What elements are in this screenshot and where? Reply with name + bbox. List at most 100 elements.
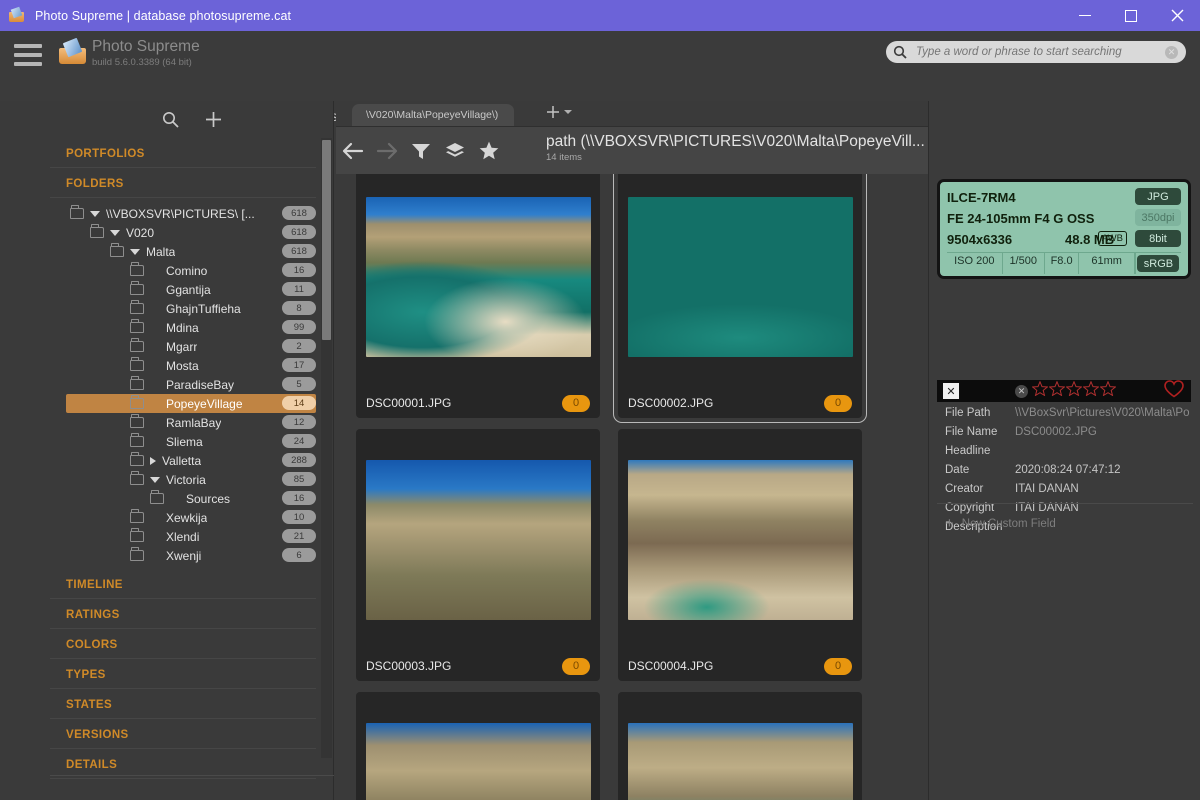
- close-button[interactable]: [1154, 0, 1200, 31]
- tree-toggle-icon[interactable]: [150, 477, 160, 483]
- metadata-field-value[interactable]: DSC00002.JPG: [1015, 426, 1097, 438]
- folder-tree-item[interactable]: ParadiseBay5: [66, 375, 316, 394]
- new-custom-field-button[interactable]: + New Custom Field: [937, 503, 1193, 531]
- sidebar-section-portfolios[interactable]: PORTFOLIOS: [50, 138, 316, 168]
- rating-star-3[interactable]: [1066, 381, 1082, 401]
- thumbnail-badge[interactable]: 0: [824, 395, 852, 412]
- star-icon[interactable]: [472, 127, 506, 175]
- left-sidebar: PORTFOLIOS FOLDERS \\VBOXSVR\PICTURES\ […: [50, 101, 334, 800]
- folder-item-count: 618: [282, 225, 316, 239]
- thumbnail-badge[interactable]: 0: [824, 658, 852, 675]
- search-input[interactable]: [916, 46, 1165, 58]
- folder-tree-item[interactable]: Mosta17: [66, 356, 316, 375]
- folder-item-count: 8: [282, 301, 316, 315]
- minimize-button[interactable]: [1062, 0, 1108, 31]
- clear-color-icon[interactable]: ✕: [1015, 385, 1028, 398]
- folder-tree-item[interactable]: V020618: [66, 223, 316, 242]
- thumbnail-cell[interactable]: DSC00002.JPG0: [618, 174, 862, 418]
- thumbnail-badge[interactable]: 0: [562, 395, 590, 412]
- thumbnail-badge[interactable]: 0: [562, 658, 590, 675]
- folder-label: Sources: [186, 492, 230, 506]
- metadata-field-value[interactable]: \\VBoxSvr\Pictures\V020\Malta\Po: [1015, 407, 1190, 419]
- maximize-button[interactable]: [1108, 0, 1154, 31]
- folder-label: Mgarr: [166, 340, 197, 354]
- folder-tree-item[interactable]: Sliema24: [66, 432, 316, 451]
- heart-icon[interactable]: [1164, 380, 1184, 403]
- folder-item-count: 85: [282, 472, 316, 486]
- folder-tree-item[interactable]: Victoria85: [66, 470, 316, 489]
- metadata-field-value[interactable]: ITAI DANAN: [1015, 483, 1079, 495]
- rating-star-5[interactable]: [1100, 381, 1116, 401]
- sidebar-add-icon[interactable]: [205, 111, 222, 128]
- search-box[interactable]: ✕: [886, 41, 1186, 63]
- sidebar-section-folders[interactable]: FOLDERS: [50, 168, 316, 198]
- rating-star-1[interactable]: [1032, 381, 1048, 401]
- clear-search-icon[interactable]: ✕: [1165, 46, 1178, 59]
- folder-icon: [130, 455, 144, 466]
- shutter-value: 1/500: [1003, 253, 1045, 274]
- tree-toggle-icon[interactable]: [150, 457, 156, 465]
- sidebar-section-ratings[interactable]: RATINGS: [50, 599, 316, 629]
- file-tab-label: \V020\Malta\PopeyeVillage\): [366, 109, 498, 121]
- tree-toggle-spacer: [150, 306, 160, 312]
- folder-tree-item[interactable]: Ggantija11: [66, 280, 316, 299]
- layers-icon[interactable]: [438, 127, 472, 175]
- folder-label: Malta: [146, 245, 175, 259]
- thumbnail-cell[interactable]: DSC00004.JPG0: [618, 429, 862, 681]
- metadata-panel: ILCE-7RM4 JPG FE 24-105mm F4 G OSS 350dp…: [928, 101, 1200, 800]
- rating-stars[interactable]: [1032, 381, 1116, 401]
- search-icon[interactable]: [893, 45, 907, 59]
- plus-icon: [546, 105, 560, 119]
- rating-star-2[interactable]: [1049, 381, 1065, 401]
- folder-tree-item[interactable]: GhajnTuffieha8: [66, 299, 316, 318]
- folder-item-count: 16: [282, 491, 316, 505]
- sidebar-section-types[interactable]: TYPES: [50, 659, 316, 689]
- hamburger-icon[interactable]: [14, 44, 42, 66]
- sidebar-search-icon[interactable]: [162, 111, 179, 128]
- folder-icon: [90, 227, 104, 238]
- tree-toggle-spacer: [150, 363, 160, 369]
- thumbnail-cell[interactable]: DSC00006.JPG0: [618, 692, 862, 800]
- tree-toggle-icon[interactable]: [110, 230, 120, 236]
- thumbnail-cell[interactable]: DSC00005.JPG0: [356, 692, 600, 800]
- folder-tree-item[interactable]: Comino16: [66, 261, 316, 280]
- sidebar-scrollbar[interactable]: [321, 138, 332, 758]
- folder-tree-item[interactable]: Mgarr2: [66, 337, 316, 356]
- folder-tree-item[interactable]: RamlaBay12: [66, 413, 316, 432]
- folder-tree-item[interactable]: Xwenji6: [66, 546, 316, 565]
- folder-tree-item[interactable]: Xlendi21: [66, 527, 316, 546]
- folder-tree-item-selected[interactable]: PopeyeVillage14: [66, 394, 316, 413]
- sidebar-section-states[interactable]: STATES: [50, 689, 316, 719]
- metadata-field-value[interactable]: 2020:08:24 07:47:12: [1015, 464, 1121, 476]
- sidebar-section-colors[interactable]: COLORS: [50, 629, 316, 659]
- file-tab[interactable]: \V020\Malta\PopeyeVillage\): [352, 104, 514, 126]
- tree-toggle-spacer: [150, 420, 160, 426]
- back-arrow-icon[interactable]: [336, 127, 370, 175]
- filter-icon[interactable]: [404, 127, 438, 175]
- folder-tree-item[interactable]: \\VBOXSVR\PICTURES\ [...618: [66, 204, 316, 223]
- thumbnail-image: [628, 723, 853, 800]
- tree-toggle-icon[interactable]: [130, 249, 140, 255]
- thumbnail-cell[interactable]: DSC00001.JPG0: [356, 174, 600, 418]
- rating-star-4[interactable]: [1083, 381, 1099, 401]
- folder-icon: [130, 531, 144, 542]
- folder-tree-item[interactable]: Mdina99: [66, 318, 316, 337]
- sidebar-section-versions[interactable]: VERSIONS: [50, 719, 316, 749]
- metadata-field-key: Headline: [937, 445, 1015, 457]
- forward-arrow-icon[interactable]: [370, 127, 404, 175]
- brand-build: build 5.6.0.3389 (64 bit): [92, 57, 192, 68]
- reject-icon[interactable]: ✕: [943, 383, 959, 399]
- add-tab-button[interactable]: [546, 105, 572, 119]
- folder-label: Ggantija: [166, 283, 211, 297]
- folder-tree-item[interactable]: Valletta288: [66, 451, 316, 470]
- folder-tree-item[interactable]: Malta618: [66, 242, 316, 261]
- folder-icon: [130, 474, 144, 485]
- sidebar-section-timeline[interactable]: TIMELINE: [50, 569, 316, 599]
- tree-toggle-icon[interactable]: [90, 211, 100, 217]
- folder-tree-item[interactable]: Xewkija10: [66, 508, 316, 527]
- folder-tree-item[interactable]: Sources 16: [66, 489, 316, 508]
- tree-toggle-spacer: [150, 382, 160, 388]
- image-dimensions: 9504x6336: [947, 232, 1012, 247]
- new-custom-field-label: New Custom Field: [962, 518, 1056, 530]
- thumbnail-cell[interactable]: DSC00003.JPG0: [356, 429, 600, 681]
